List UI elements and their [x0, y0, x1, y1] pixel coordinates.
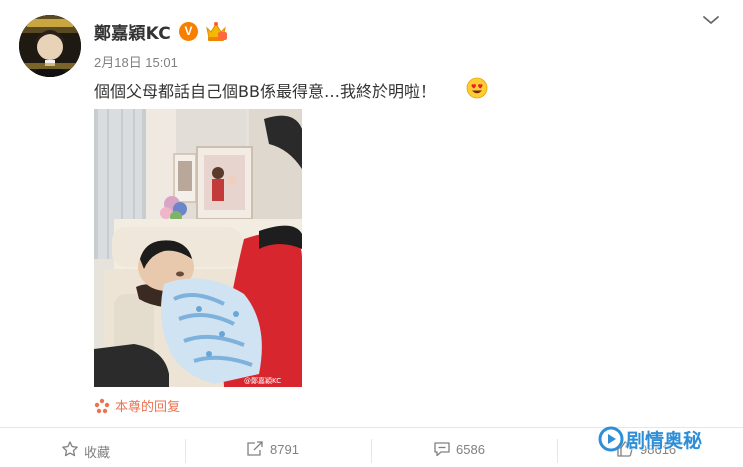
chevron-down-icon[interactable] [700, 12, 722, 28]
verified-badge-icon: V [179, 22, 198, 41]
photo-watermark: @鄭嘉穎KC [244, 376, 281, 385]
star-icon [62, 441, 78, 457]
repost-button[interactable]: 8791 [186, 428, 371, 467]
play-logo-icon [598, 426, 624, 452]
flower-icon [94, 398, 110, 414]
site-watermark: 剧情奥秘 [598, 424, 728, 454]
watermark-text: 剧情奥秘 [626, 430, 703, 452]
username[interactable]: 鄭嘉穎KC [94, 19, 171, 44]
share-icon [247, 441, 263, 456]
post-photo[interactable]: @鄭嘉穎KC [94, 109, 302, 387]
repost-count: 8791 [270, 442, 299, 457]
post-text: 個個父母都話自己個BB係最得意…我終於明啦！ [94, 82, 436, 101]
favorite-button[interactable]: 收藏 [0, 428, 185, 467]
original-label-text: 本尊的回复 [115, 400, 181, 415]
comment-button[interactable]: 6586 [372, 428, 557, 467]
favorite-label: 收藏 [84, 445, 111, 460]
comment-icon [434, 442, 450, 457]
heart-eyes-emoji-icon [466, 77, 488, 99]
avatar[interactable] [19, 15, 81, 77]
crown-icon[interactable] [204, 20, 228, 42]
comment-count: 6586 [456, 442, 485, 457]
post-timestamp[interactable]: 2月18日 15:01 [94, 52, 178, 71]
